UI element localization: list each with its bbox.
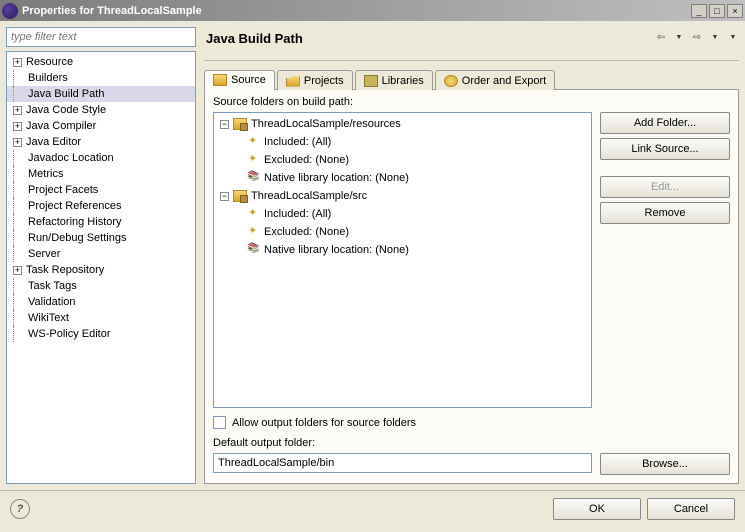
forward-menu[interactable]: ▼ xyxy=(709,31,721,43)
link-source-button[interactable]: Link Source... xyxy=(600,138,730,160)
source-attr-native[interactable]: Native library location: (None) xyxy=(214,169,591,187)
nav-item-java-compiler[interactable]: +Java Compiler xyxy=(7,118,195,134)
source-attr-included[interactable]: Included: (All) xyxy=(214,205,591,223)
nav-item-java-editor[interactable]: +Java Editor xyxy=(7,134,195,150)
tab-source[interactable]: Source xyxy=(204,70,275,90)
nav-item-server[interactable]: Server xyxy=(7,246,195,262)
package-folder-icon xyxy=(233,118,247,130)
remove-button[interactable]: Remove xyxy=(600,202,730,224)
add-folder-button[interactable]: Add Folder... xyxy=(600,112,730,134)
source-attr-excluded[interactable]: Excluded: (None) xyxy=(214,151,591,169)
source-folders-label: Source folders on build path: xyxy=(213,96,730,108)
nav-item-resource[interactable]: +Resource xyxy=(7,54,195,70)
forward-button[interactable]: ⇨ xyxy=(691,31,703,43)
projects-icon xyxy=(286,75,300,87)
excluded-icon xyxy=(248,226,260,238)
window-title: Properties for ThreadLocalSample xyxy=(22,5,691,17)
source-folder-resources[interactable]: −ThreadLocalSample/resources xyxy=(214,115,591,133)
source-attr-excluded[interactable]: Excluded: (None) xyxy=(214,223,591,241)
app-icon xyxy=(2,3,18,19)
close-button[interactable]: × xyxy=(727,4,743,18)
nav-item-javadoc-location[interactable]: Javadoc Location xyxy=(7,150,195,166)
nav-item-ws-policy-editor[interactable]: WS-Policy Editor xyxy=(7,326,195,342)
collapse-icon[interactable]: − xyxy=(220,120,229,129)
expand-icon[interactable]: + xyxy=(13,106,22,115)
maximize-button[interactable]: □ xyxy=(709,4,725,18)
filter-input[interactable] xyxy=(6,27,196,47)
view-menu[interactable]: ▼ xyxy=(727,31,739,43)
expand-icon[interactable]: + xyxy=(13,58,22,67)
title-bar: Properties for ThreadLocalSample _ □ × xyxy=(0,0,745,21)
order-export-icon xyxy=(444,75,458,87)
source-folders-tree[interactable]: −ThreadLocalSample/resources Included: (… xyxy=(213,112,592,408)
default-output-label: Default output folder: xyxy=(213,437,730,449)
arrow-right-icon: ⇨ xyxy=(693,32,701,43)
native-lib-icon xyxy=(248,244,260,256)
expand-icon[interactable]: + xyxy=(13,138,22,147)
nav-item-wikitext[interactable]: WikiText xyxy=(7,310,195,326)
allow-output-label: Allow output folders for source folders xyxy=(232,417,416,429)
collapse-icon[interactable]: − xyxy=(220,192,229,201)
browse-button[interactable]: Browse... xyxy=(600,453,730,475)
cancel-button[interactable]: Cancel xyxy=(647,498,735,520)
expand-icon[interactable]: + xyxy=(13,266,22,275)
expand-icon[interactable]: + xyxy=(13,122,22,131)
libraries-icon xyxy=(364,75,378,87)
nav-item-metrics[interactable]: Metrics xyxy=(7,166,195,182)
nav-item-project-references[interactable]: Project References xyxy=(7,198,195,214)
help-icon[interactable]: ? xyxy=(10,499,30,519)
nav-item-project-facets[interactable]: Project Facets xyxy=(7,182,195,198)
minimize-button[interactable]: _ xyxy=(691,4,707,18)
nav-item-run-debug-settings[interactable]: Run/Debug Settings xyxy=(7,230,195,246)
nav-item-task-tags[interactable]: Task Tags xyxy=(7,278,195,294)
ok-button[interactable]: OK xyxy=(553,498,641,520)
nav-item-builders[interactable]: Builders xyxy=(7,70,195,86)
native-lib-icon xyxy=(248,172,260,184)
nav-item-java-build-path[interactable]: Java Build Path xyxy=(7,86,195,102)
source-folder-icon xyxy=(213,74,227,86)
included-icon xyxy=(248,136,260,148)
tab-libraries[interactable]: Libraries xyxy=(355,70,433,90)
included-icon xyxy=(248,208,260,220)
tab-projects[interactable]: Projects xyxy=(277,70,353,90)
source-attr-included[interactable]: Included: (All) xyxy=(214,133,591,151)
chevron-down-icon: ▼ xyxy=(676,34,683,41)
nav-item-task-repository[interactable]: +Task Repository xyxy=(7,262,195,278)
tab-bar: Source Projects Libraries Order and Expo… xyxy=(204,69,739,90)
chevron-down-icon: ▼ xyxy=(712,34,719,41)
package-folder-icon xyxy=(233,190,247,202)
nav-item-validation[interactable]: Validation xyxy=(7,294,195,310)
chevron-down-icon: ▼ xyxy=(730,34,737,41)
tab-order-export[interactable]: Order and Export xyxy=(435,70,555,90)
nav-item-refactoring-history[interactable]: Refactoring History xyxy=(7,214,195,230)
tab-content-source: Source folders on build path: −ThreadLoc… xyxy=(204,90,739,484)
nav-tree[interactable]: +Resource Builders Java Build Path +Java… xyxy=(6,51,196,484)
allow-output-checkbox[interactable] xyxy=(213,416,226,429)
back-button[interactable]: ⇦ xyxy=(655,31,667,43)
default-output-input[interactable] xyxy=(213,453,592,473)
edit-button[interactable]: Edit... xyxy=(600,176,730,198)
nav-item-java-code-style[interactable]: +Java Code Style xyxy=(7,102,195,118)
source-folder-src[interactable]: −ThreadLocalSample/src xyxy=(214,187,591,205)
excluded-icon xyxy=(248,154,260,166)
arrow-left-icon: ⇦ xyxy=(657,32,665,43)
source-attr-native[interactable]: Native library location: (None) xyxy=(214,241,591,259)
back-menu[interactable]: ▼ xyxy=(673,31,685,43)
